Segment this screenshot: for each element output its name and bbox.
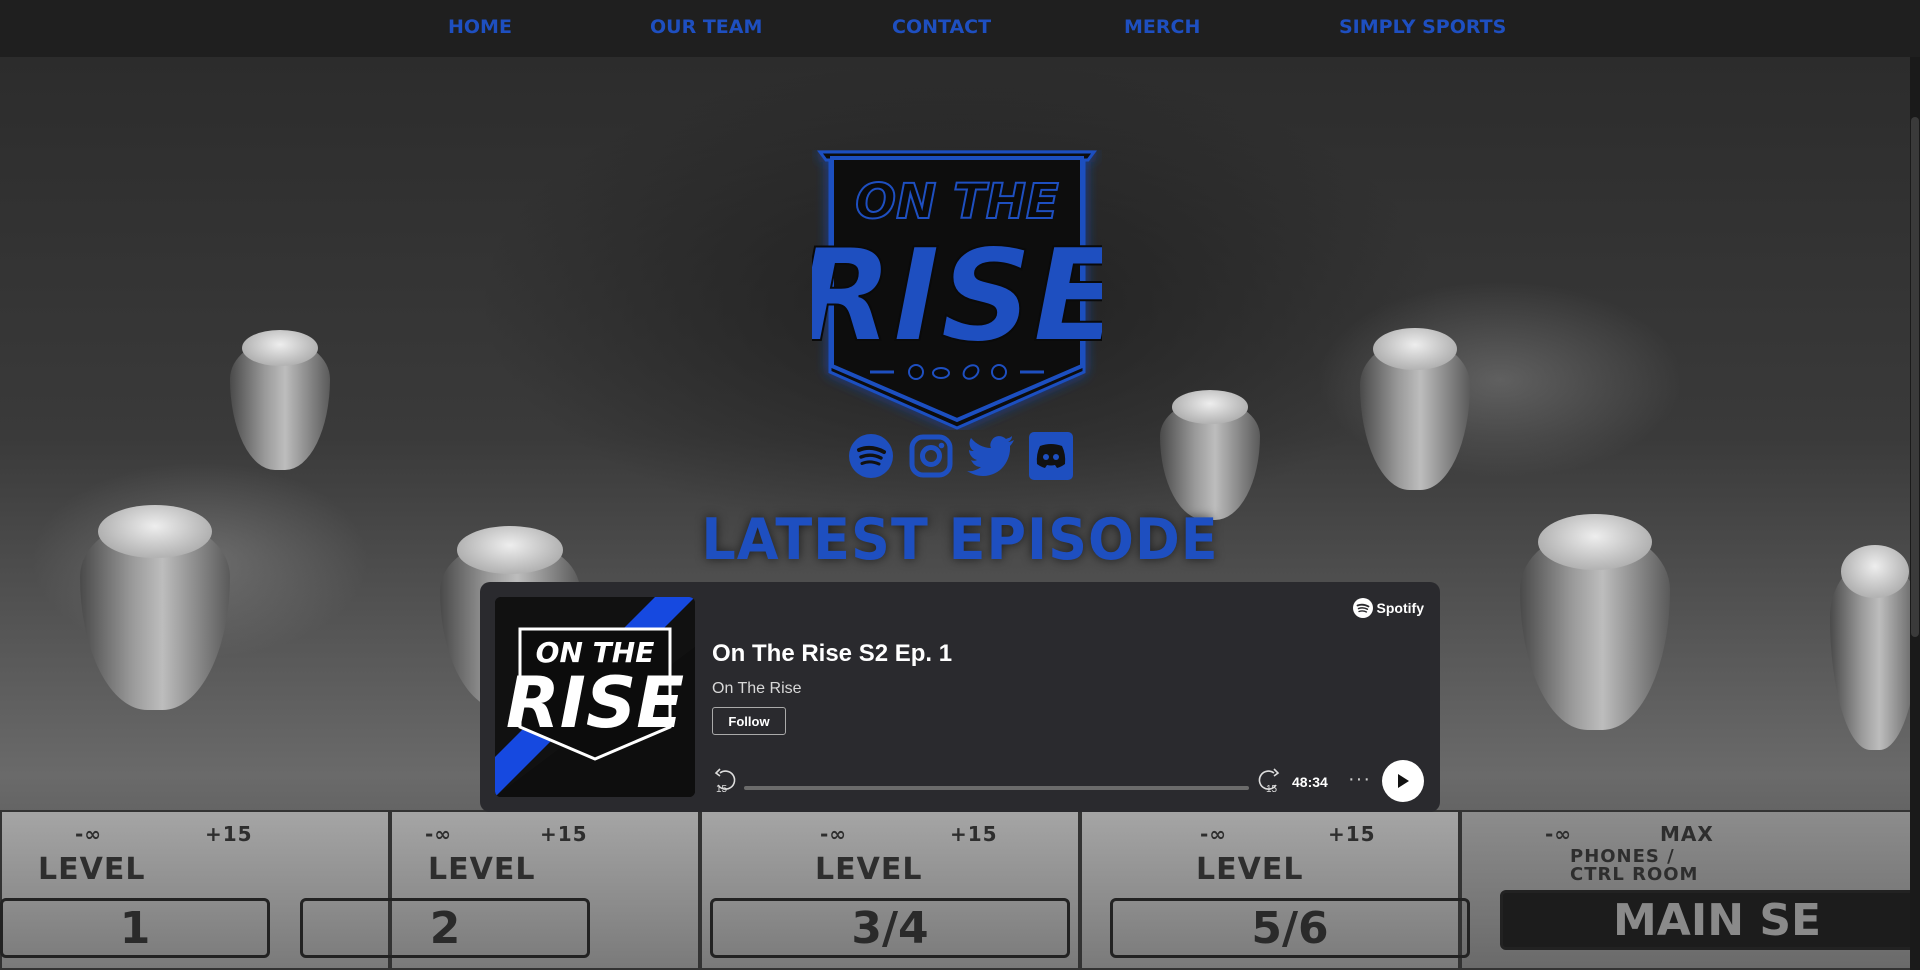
channel-label: 3/4 <box>710 898 1070 958</box>
episode-duration: 48:34 <box>1292 774 1328 790</box>
more-options-button[interactable]: ··· <box>1348 768 1371 791</box>
skip-forward-button[interactable]: 15 <box>1256 768 1282 795</box>
max-label: MAX <box>1660 822 1714 846</box>
twitter-icon[interactable] <box>967 432 1015 480</box>
play-icon <box>1398 774 1409 788</box>
player-controls: 15 15 48:34 ··· <box>712 760 1424 806</box>
channel-label: 2 <box>300 898 590 958</box>
social-links <box>847 432 1075 480</box>
discord-icon[interactable] <box>1027 432 1075 480</box>
skip-forward-icon: 15 <box>1258 768 1280 795</box>
episode-cover-art[interactable]: ON THE RISE <box>495 597 695 797</box>
play-button[interactable] <box>1382 760 1424 802</box>
episode-title[interactable]: On The Rise S2 Ep. 1 <box>712 640 952 668</box>
scale-min: -∞ <box>425 822 452 846</box>
scale-max: +15 <box>950 822 998 846</box>
nav-merch[interactable]: MERCH <box>1124 16 1200 38</box>
spotify-icon[interactable] <box>847 432 895 480</box>
scale-max: +15 <box>205 822 253 846</box>
latest-episode-heading: LATEST EPISODE <box>701 506 1219 573</box>
scrollbar-thumb[interactable] <box>1911 117 1919 637</box>
level-label: LEVEL <box>428 852 536 887</box>
top-nav: HOME OUR TEAM CONTACT MERCH SIMPLY SPORT… <box>0 0 1920 57</box>
phones-label: PHONES / CTRL ROOM <box>1570 846 1699 885</box>
channel-label: 1 <box>0 898 270 958</box>
scale-min: -∞ <box>1545 822 1572 846</box>
level-label: LEVEL <box>1196 852 1304 887</box>
channel-label: MAIN SE <box>1500 890 1920 950</box>
nav-our-team[interactable]: OUR TEAM <box>650 16 762 38</box>
nav-contact[interactable]: CONTACT <box>892 16 991 38</box>
level-label: LEVEL <box>815 852 923 887</box>
scale-max: +15 <box>1328 822 1376 846</box>
follow-button[interactable]: Follow <box>712 707 786 735</box>
nav-simply-sports[interactable]: SIMPLY SPORTS <box>1339 16 1506 38</box>
svg-text:15: 15 <box>1266 784 1278 794</box>
scale-min: -∞ <box>75 822 102 846</box>
svg-text:15: 15 <box>716 784 728 794</box>
spotify-brand-label: Spotify <box>1376 600 1424 616</box>
mixer-background-image: LEVEL LEVEL LEVEL LEVEL -∞ +15 -∞ +15 -∞… <box>0 0 1920 970</box>
instagram-icon[interactable] <box>907 432 955 480</box>
logo-line2: RISE <box>812 222 1102 371</box>
spotify-logo[interactable]: Spotify <box>1352 598 1424 618</box>
spotify-episode-player: ON THE RISE Spotify On The Rise S2 Ep. 1… <box>480 582 1440 812</box>
skip-back-icon: 15 <box>714 768 736 795</box>
channel-label: 5/6 <box>1110 898 1470 958</box>
spotify-brand-icon <box>1352 598 1373 618</box>
scale-min: -∞ <box>820 822 847 846</box>
progress-bar[interactable] <box>744 786 1249 790</box>
level-label: LEVEL <box>38 852 146 887</box>
skip-back-button[interactable]: 15 <box>712 768 738 795</box>
scrollbar-track[interactable] <box>1910 57 1920 970</box>
show-name[interactable]: On The Rise <box>712 680 802 698</box>
nav-home[interactable]: HOME <box>448 16 512 38</box>
scale-max: +15 <box>540 822 588 846</box>
on-the-rise-logo: ON THE RISE <box>793 150 1121 430</box>
cover-line2: RISE <box>506 662 684 744</box>
scale-min: -∞ <box>1200 822 1227 846</box>
